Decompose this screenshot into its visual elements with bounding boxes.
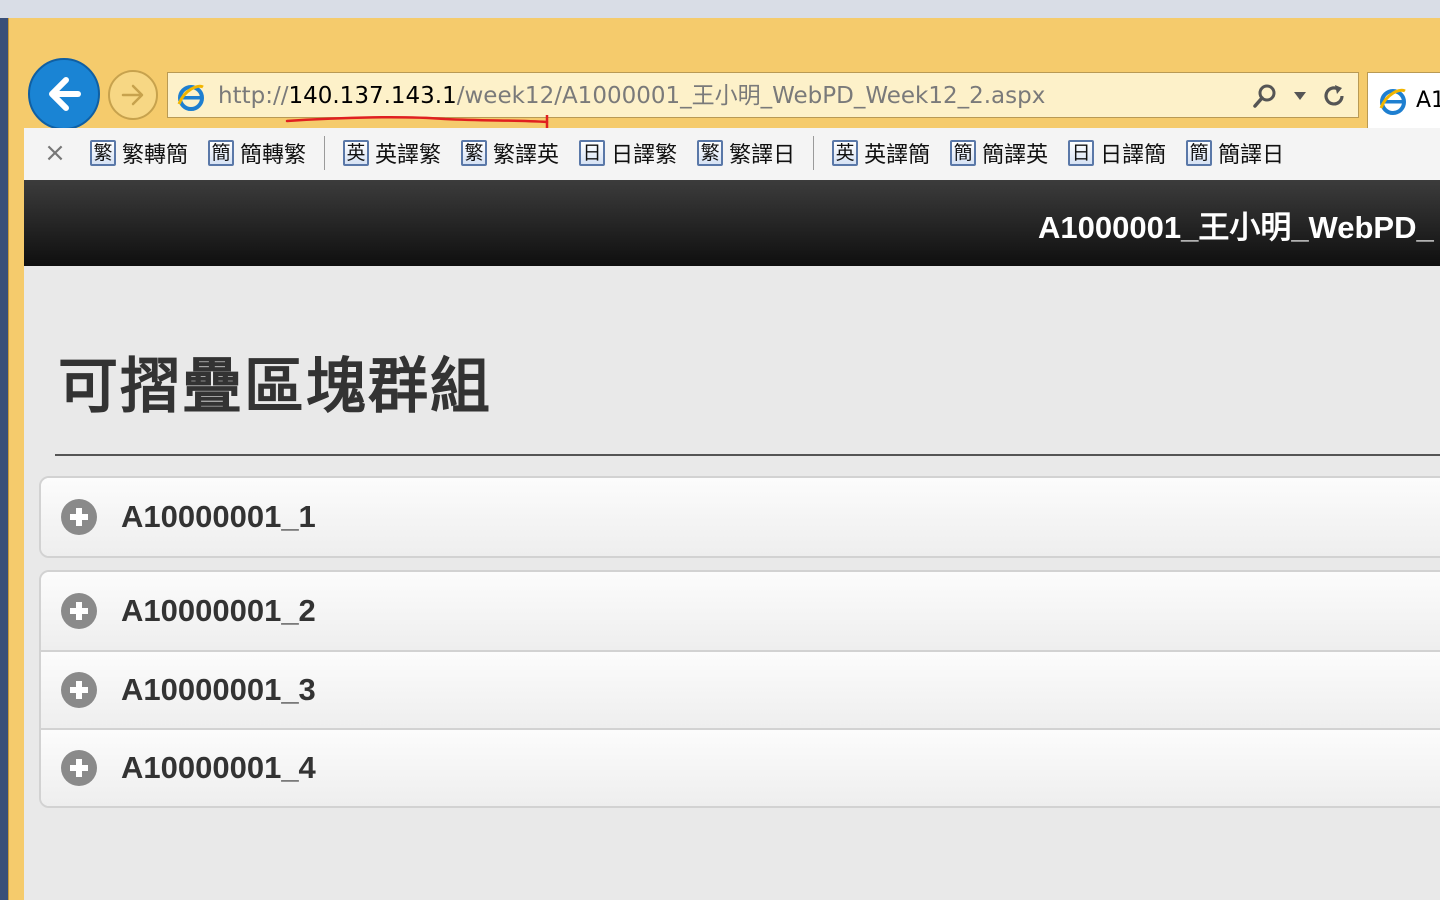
toolbar-item-label: 簡譯英 (982, 143, 1049, 168)
toolbar-item-label: 簡轉繁 (240, 143, 307, 168)
collapsible-label: A10000001_4 (121, 750, 316, 785)
plus-icon (61, 750, 97, 786)
url-text[interactable]: http://140.137.143.1/week12/A1000001_王小明… (218, 82, 1045, 110)
toolbar-item-ja-to-trad[interactable]: 日 日譯繁 (579, 135, 677, 171)
toolbar-item-label: 日譯簡 (1100, 143, 1167, 168)
toolbar-item-trad-to-ja[interactable]: 繁 繁譯日 (697, 135, 795, 171)
toolbar-item-simp-to-en[interactable]: 簡 簡譯英 (950, 135, 1048, 171)
english-char-icon: 英 (832, 140, 859, 166)
trad-char-icon: 繁 (90, 140, 116, 166)
arrow-left-icon (49, 77, 81, 111)
browser-window: http://140.137.143.1/week12/A1000001_王小明… (8, 18, 1440, 900)
english-char-icon: 英 (343, 140, 370, 166)
toolbar-item-ja-to-simp[interactable]: 日 日譯簡 (1068, 135, 1166, 171)
toolbar-items: 繁 繁轉簡 簡 簡轉繁 英 英譯繁 繁 繁譯英 日 日譯繁 繁 繁譯日 英 英譯… (90, 135, 1304, 171)
web-page: A1000001_王小明_WebPD_ 可摺疊區塊群組 A10000001_1 … (24, 180, 1440, 900)
close-icon[interactable]: × (42, 140, 68, 166)
toolbar-item-simp-to-trad[interactable]: 簡 簡轉繁 (208, 135, 306, 171)
toolbar-item-en-to-trad[interactable]: 英 英譯繁 (343, 135, 441, 171)
ie-logo-icon (1379, 88, 1406, 115)
toolbar-divider (324, 136, 326, 170)
collapsible-header-4[interactable]: A10000001_4 (41, 728, 1440, 806)
collapsible-header-2[interactable]: A10000001_2 (41, 572, 1440, 650)
address-bar[interactable]: http://140.137.143.1/week12/A1000001_王小明… (167, 72, 1359, 118)
url-path: /week12/A1000001_王小明_WebPD_Week12_2.aspx (456, 83, 1046, 109)
simp-char-icon: 簡 (950, 140, 977, 166)
collapsible-header-3[interactable]: A10000001_3 (41, 650, 1440, 728)
trad-char-icon: 繁 (461, 140, 488, 166)
toolbar-item-label: 日譯繁 (611, 143, 678, 168)
collapsible-label: A10000001_3 (121, 672, 316, 707)
desktop-edge (0, 18, 8, 900)
toolbar-item-trad-to-en[interactable]: 繁 繁譯英 (461, 135, 559, 171)
trad-char-icon: 繁 (697, 140, 724, 166)
translation-toolbar: × 繁 繁轉簡 簡 簡轉繁 英 英譯繁 繁 繁譯英 日 日譯繁 繁 繁譯日 英 … (24, 128, 1440, 181)
tab-title: A1 (1416, 88, 1440, 113)
simp-char-icon: 簡 (208, 140, 235, 166)
toolbar-item-label: 簡譯日 (1218, 143, 1285, 168)
chevron-down-icon[interactable] (1294, 91, 1306, 101)
url-host: 140.137.143.1 (288, 83, 457, 109)
japanese-char-icon: 日 (579, 140, 606, 166)
toolbar-item-label: 繁轉簡 (122, 143, 189, 168)
search-icon[interactable] (1252, 83, 1278, 109)
plus-icon (61, 672, 97, 708)
desktop-background (0, 0, 1440, 18)
ie-logo-icon (177, 84, 204, 111)
toolbar-divider (813, 136, 815, 170)
plus-icon (61, 499, 97, 535)
page-title: 可摺疊區塊群組 (58, 352, 492, 422)
browser-tab[interactable]: A1 (1367, 72, 1440, 128)
back-button[interactable] (28, 58, 100, 130)
collapsible-header-1[interactable]: A10000001_1 (41, 478, 1440, 556)
collapsible-label: A10000001_1 (121, 499, 316, 534)
arrow-right-icon (121, 84, 144, 106)
collapsible-set: A10000001_2 A10000001_3 A10000001_4 (39, 570, 1440, 808)
toolbar-item-simp-to-ja[interactable]: 簡 簡譯日 (1186, 135, 1284, 171)
toolbar-item-trad-to-simp[interactable]: 繁 繁轉簡 (90, 135, 188, 171)
page-header: A1000001_王小明_WebPD_ (24, 180, 1440, 266)
plus-icon (61, 593, 97, 629)
simp-char-icon: 簡 (1186, 140, 1213, 166)
collapsible-label: A10000001_2 (121, 593, 316, 628)
toolbar-item-label: 繁譯英 (493, 143, 560, 168)
url-scheme: http:// (218, 83, 289, 109)
toolbar-item-label: 英譯繁 (375, 143, 442, 168)
header-title: A1000001_王小明_WebPD_ (1038, 210, 1434, 245)
divider (55, 454, 1440, 456)
refresh-icon[interactable] (1320, 82, 1348, 110)
japanese-char-icon: 日 (1068, 140, 1095, 166)
toolbar-item-label: 繁譯日 (729, 143, 796, 168)
toolbar-item-en-to-simp[interactable]: 英 英譯簡 (832, 135, 930, 171)
collapsible-card: A10000001_1 (39, 476, 1440, 558)
forward-button[interactable] (108, 70, 158, 120)
toolbar-item-label: 英譯簡 (864, 143, 931, 168)
